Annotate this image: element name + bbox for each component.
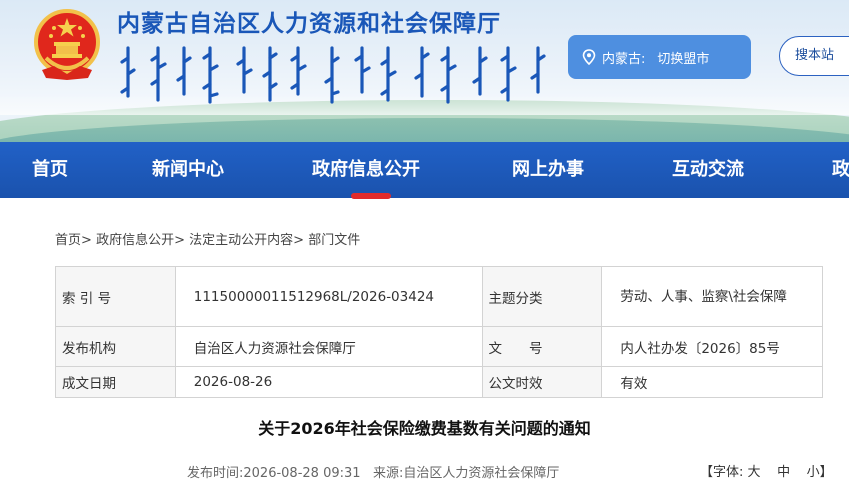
breadcrumb-department-docs[interactable]: 部门文件 [308,233,360,248]
main-nav: 首页 新闻中心 政府信息公开 网上办事 互动交流 政 [0,142,849,198]
region-switcher[interactable]: 内蒙古: 切换盟市 [568,35,751,79]
table-row: 成文日期 2026-08-26 公文时效 有效 [55,366,823,398]
source-value: 自治区人力资源社会保障厅 [403,466,560,481]
nav-home[interactable]: 首页 [32,142,68,198]
breadcrumb-gov-info[interactable]: 政府信息公开 [96,233,174,248]
site-search-button[interactable]: 搜本站 [779,36,849,76]
topic-category-label: 主题分类 [481,266,603,327]
validity-label: 公文时效 [481,366,603,398]
font-size-switcher: 【字体: 大 中 小】 [700,465,833,480]
table-row: 索 引 号 11150000011512968L/2026-03424 主题分类… [55,266,823,327]
document-metadata-table: 索 引 号 11150000011512968L/2026-03424 主题分类… [55,266,823,398]
header-banner: 内蒙古自治区人力资源和社会保障厅 内蒙古: 切换盟市 搜本站 [0,0,849,142]
breadcrumb: 首页> 政府信息公开> 法定主动公开内容> 部门文件 [55,233,361,248]
font-size-large[interactable]: 大 [748,465,761,480]
issuing-agency-label: 发布机构 [55,326,176,367]
doc-number-value: 内人社办发〔2026〕85号 [601,326,823,367]
doc-number-label: 文 号 [481,326,603,367]
index-no-label: 索 引 号 [55,266,176,327]
font-size-small[interactable]: 小 [807,465,820,480]
creation-date-value: 2026-08-26 [174,366,483,398]
font-size-medium[interactable]: 中 [777,465,790,480]
location-pin-icon [582,49,596,65]
publish-time: 2026-08-28 09:31 [243,466,361,481]
national-emblem-icon [34,9,100,80]
creation-date-label: 成文日期 [55,366,176,398]
nav-online-services[interactable]: 网上办事 [512,142,584,198]
index-no-value: 11150000011512968L/2026-03424 [174,266,483,327]
nav-interaction[interactable]: 互动交流 [672,142,744,198]
validity-value: 有效 [601,366,823,398]
mongolian-script-title [120,46,546,104]
article-title: 关于2026年社会保险缴费基数有关问题的通知 [258,419,591,438]
source-label: 来源: [372,466,404,481]
table-row: 发布机构 自治区人力资源社会保障厅 文 号 内人社办发〔2026〕85号 [55,326,823,367]
breadcrumb-home[interactable]: 首页 [55,233,81,248]
nav-more[interactable]: 政 [832,142,849,198]
nav-gov-info-disclosure[interactable]: 政府信息公开 [312,142,420,198]
site-title: 内蒙古自治区人力资源和社会保障厅 [117,11,501,37]
topic-category-value: 劳动、人事、监察\社会保障 [601,266,823,327]
region-label: 内蒙古: [602,51,646,67]
breadcrumb-statutory-disclosure[interactable]: 法定主动公开内容 [189,233,293,248]
issuing-agency-value: 自治区人力资源社会保障厅 [174,326,483,367]
publish-time-label: 发布时间: [187,466,244,481]
nav-active-indicator [351,193,391,199]
switch-league-link[interactable]: 切换盟市 [657,48,709,67]
article-meta: 发布时间:2026-08-28 09:31 来源:自治区人力资源社会保障厅 [187,462,559,481]
nav-news-center[interactable]: 新闻中心 [152,142,224,198]
